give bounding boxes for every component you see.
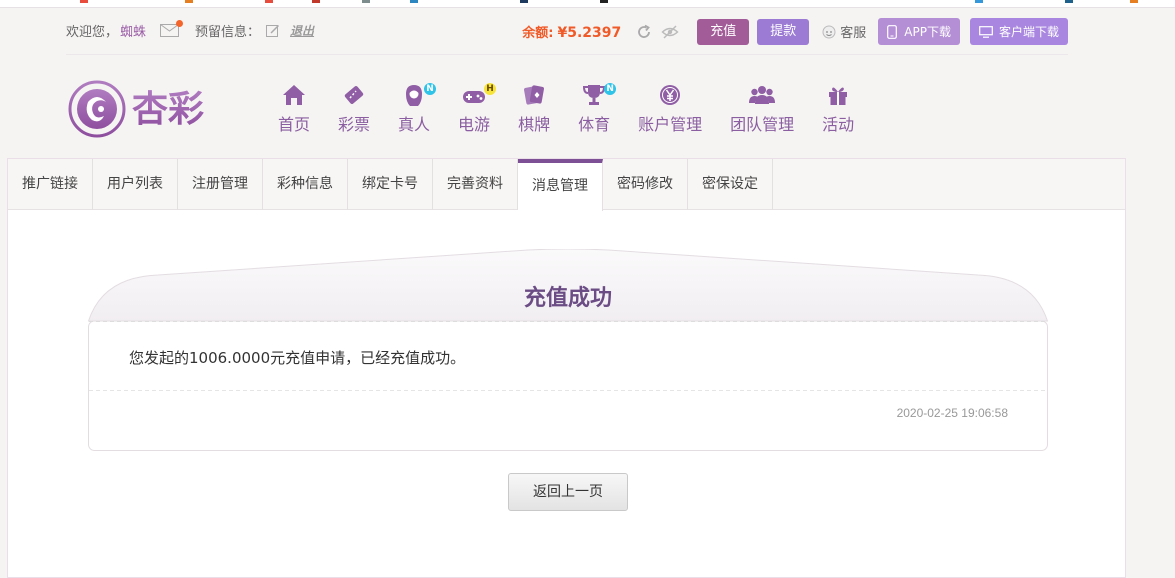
nav-egame[interactable]: H 电游 (458, 82, 497, 135)
main-nav: 首页 彩票 N 真人 H 电游 棋牌 N 体育 账户管理 团队管理 活动 (278, 82, 882, 135)
app-download-button[interactable]: APP下载 (878, 18, 960, 45)
nav-label: 彩票 (338, 115, 371, 134)
mail-icon[interactable] (160, 20, 184, 37)
site-logo[interactable]: 杏彩 (66, 78, 221, 140)
unread-dot (176, 20, 184, 27)
tab-profile[interactable]: 完善资料 (433, 159, 518, 210)
new-badge: N (424, 83, 437, 95)
back-button[interactable]: 返回上一页 (508, 473, 628, 511)
balance-value: ¥5.2397 (557, 25, 622, 41)
nav-chess[interactable]: 棋牌 (518, 82, 550, 135)
tab-password[interactable]: 密码修改 (603, 159, 688, 210)
customer-service-label: 客服 (840, 26, 867, 41)
nav-sports[interactable]: N 体育 (578, 82, 617, 135)
hot-badge: H (484, 83, 497, 95)
message-card: 充值成功 您发起的1006.0000元充值申请，已经充值成功。 2020-02-… (88, 249, 1048, 451)
new-badge: N (604, 83, 617, 95)
phone-icon (887, 24, 898, 39)
ticket-icon (344, 86, 364, 104)
headset-icon (822, 25, 836, 38)
client-download-label: 客户端下载 (998, 25, 1059, 39)
nav-label: 活动 (822, 115, 855, 134)
cards-icon (524, 85, 545, 105)
welcome-text: 欢迎您， (66, 25, 119, 40)
message-time: 2020-02-25 19:06:58 (896, 406, 1008, 420)
nav-label: 团队管理 (730, 115, 795, 134)
gift-icon (829, 87, 848, 105)
nav-activity[interactable]: 活动 (822, 82, 854, 135)
tab-user-list[interactable]: 用户列表 (93, 159, 178, 210)
message-title: 充值成功 (523, 286, 612, 311)
tab-security-question[interactable]: 密保设定 (688, 159, 773, 210)
nav-team[interactable]: 团队管理 (730, 82, 794, 135)
content-panel: 推广链接 用户列表 注册管理 彩种信息 绑定卡号 完善资料 消息管理 密码修改 … (7, 158, 1126, 578)
tab-messages[interactable]: 消息管理 (518, 159, 603, 211)
yen-coin-icon (660, 85, 681, 105)
browser-bookmark-strip (0, 0, 1175, 8)
username: 蜘蛛 (120, 25, 147, 40)
balance-label: 余额: (522, 26, 554, 41)
refresh-icon[interactable] (635, 23, 653, 41)
nav-label: 真人 (398, 115, 431, 134)
nav-label: 首页 (278, 115, 311, 134)
tab-bind-card[interactable]: 绑定卡号 (348, 159, 433, 210)
message-body: 您发起的1006.0000元充值申请，已经充值成功。 (129, 349, 466, 367)
client-download-button[interactable]: 客户端下载 (969, 18, 1068, 45)
withdraw-button[interactable]: 提款 (757, 18, 810, 45)
tab-register-manage[interactable]: 注册管理 (178, 159, 263, 210)
nav-label: 账户管理 (638, 115, 703, 134)
nav-home[interactable]: 首页 (278, 82, 310, 135)
account-actions: 余额: ¥5.2397 充值 提款 客服 APP下载 客户端下载 (522, 18, 1068, 45)
customer-service-link[interactable]: 客服 (821, 22, 866, 41)
nav-label: 棋牌 (518, 115, 551, 134)
notice-label: 预留信息： (195, 25, 261, 40)
nav-account[interactable]: 账户管理 (638, 82, 702, 135)
app-download-label: APP下载 (904, 25, 951, 39)
nav-lottery[interactable]: 彩票 (338, 82, 370, 135)
tab-promo-link[interactable]: 推广链接 (8, 159, 93, 210)
home-icon (283, 85, 305, 105)
edit-icon[interactable] (266, 24, 280, 38)
user-topbar: 欢迎您， 蜘蛛 预留信息： 退出 余额: ¥5.2397 充值 提款 客服 APP… (66, 14, 1068, 55)
nav-live[interactable]: N 真人 (398, 82, 437, 135)
nav-label: 体育 (578, 115, 611, 134)
hide-eye-icon[interactable] (661, 23, 679, 41)
balance: 余额: ¥5.2397 (522, 22, 621, 41)
nav-label: 电游 (458, 115, 491, 134)
svg-text:杏彩: 杏彩 (132, 89, 204, 130)
recharge-button[interactable]: 充值 (697, 18, 750, 45)
monitor-icon (979, 25, 993, 38)
logout-link[interactable]: 退出 (290, 22, 314, 39)
account-tabs: 推广链接 用户列表 注册管理 彩种信息 绑定卡号 完善资料 消息管理 密码修改 … (8, 159, 1125, 211)
user-info: 欢迎您， 蜘蛛 预留信息： 退出 (66, 20, 314, 40)
site-header: 杏彩 首页 彩票 N 真人 H 电游 棋牌 N 体育 账户管理 团队管理 活动 (66, 78, 1068, 144)
team-icon (749, 86, 776, 104)
tab-lottery-info[interactable]: 彩种信息 (263, 159, 348, 210)
